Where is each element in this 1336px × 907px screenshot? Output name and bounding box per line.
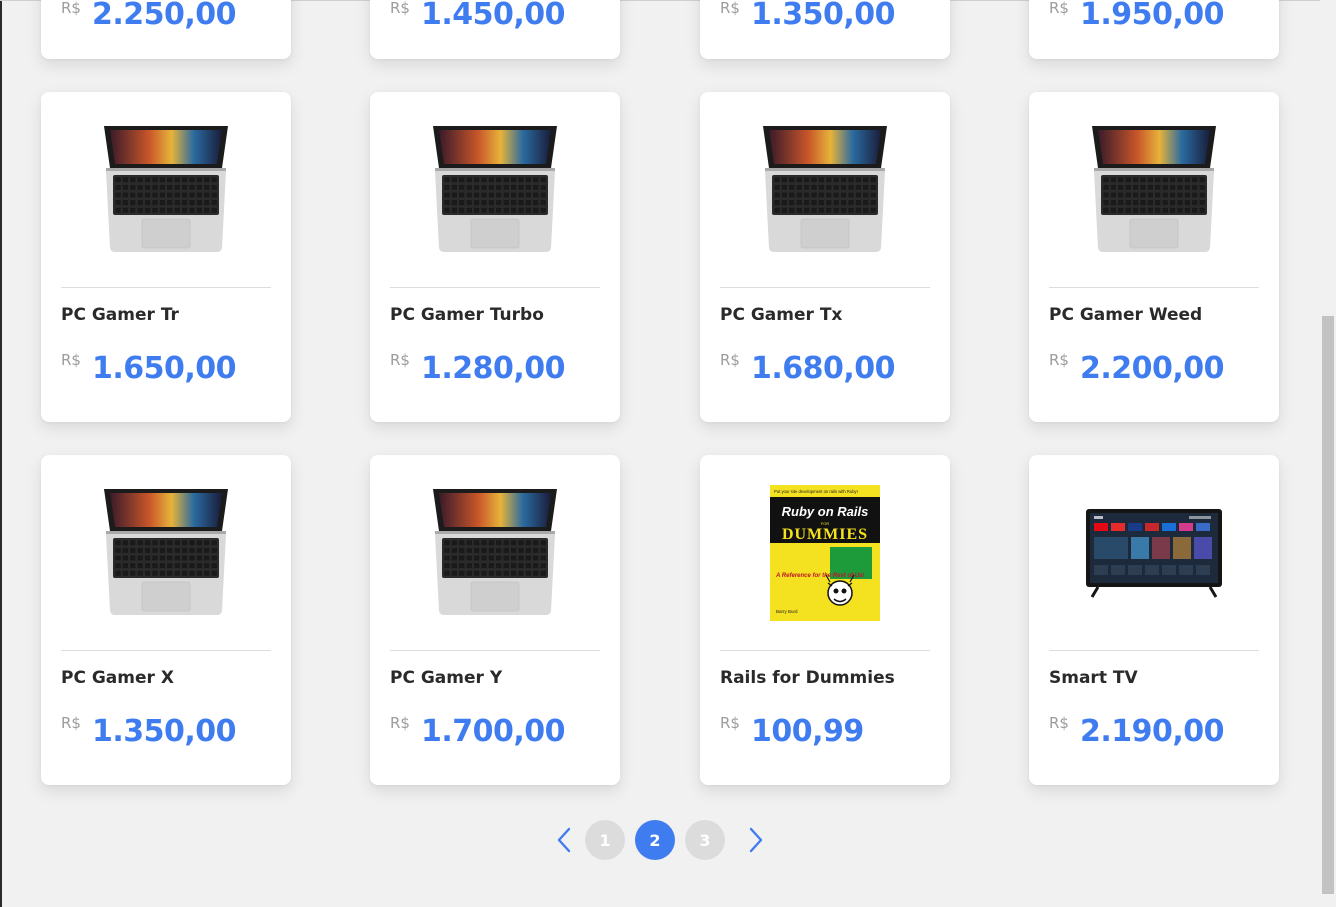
- chevron-right-icon: [749, 827, 763, 853]
- product-price: 2.250,00: [92, 0, 237, 32]
- product-card[interactable]: R$ 1.350,00: [700, 0, 950, 59]
- page-2-button[interactable]: 2: [635, 820, 675, 860]
- currency-label: R$: [1049, 351, 1069, 369]
- product-card[interactable]: PC Gamer Tx R$ 1.680,00: [700, 92, 950, 422]
- currency-label: R$: [720, 714, 740, 732]
- product-card[interactable]: PC Gamer Turbo R$ 1.280,00: [370, 92, 620, 422]
- book-cover-image: Put your site development on rails with …: [770, 484, 880, 621]
- currency-label: R$: [61, 714, 81, 732]
- product-image: [700, 92, 950, 287]
- laptop-image: [104, 125, 228, 252]
- laptop-image: [1092, 125, 1216, 252]
- product-card[interactable]: Smart TV R$ 2.190,00: [1029, 455, 1279, 785]
- svg-text:Ruby on Rails: Ruby on Rails: [782, 504, 869, 519]
- currency-label: R$: [61, 0, 81, 17]
- currency-label: R$: [720, 0, 740, 17]
- tv-image: [1086, 508, 1222, 598]
- card-divider: [1049, 287, 1259, 288]
- product-image: [41, 455, 291, 650]
- product-price: 1.680,00: [751, 351, 896, 386]
- page-1-button[interactable]: 1: [585, 820, 625, 860]
- previous-page-button[interactable]: [551, 824, 577, 856]
- product-image: [370, 92, 620, 287]
- laptop-image: [763, 125, 887, 252]
- product-name: PC Gamer Weed: [1049, 305, 1203, 325]
- product-price: 2.200,00: [1080, 351, 1225, 386]
- product-card[interactable]: R$ 2.250,00: [41, 0, 291, 59]
- page-3-button[interactable]: 3: [685, 820, 725, 860]
- currency-label: R$: [1049, 714, 1069, 732]
- product-name: PC Gamer Turbo: [390, 305, 544, 325]
- svg-text:DUMMIES: DUMMIES: [782, 526, 868, 543]
- product-price: 100,99: [751, 714, 864, 749]
- card-divider: [720, 650, 930, 651]
- product-name: PC Gamer X: [61, 668, 174, 688]
- card-divider: [61, 650, 271, 651]
- product-price: 1.280,00: [421, 351, 566, 386]
- product-name: Smart TV: [1049, 668, 1138, 688]
- page-viewport: R$ 2.250,00 R$ 1.450,00 R$ 1.350,00 R$ 1…: [0, 0, 1336, 907]
- product-name: PC Gamer Y: [390, 668, 503, 688]
- product-name: PC Gamer Tx: [720, 305, 843, 325]
- product-card[interactable]: PC Gamer Tr R$ 1.650,00: [41, 92, 291, 422]
- window-edge: [0, 0, 2, 907]
- product-card[interactable]: R$ 1.450,00: [370, 0, 620, 59]
- product-card[interactable]: PC Gamer Weed R$ 2.200,00: [1029, 92, 1279, 422]
- scrollbar-thumb[interactable]: [1322, 316, 1334, 894]
- product-card[interactable]: PC Gamer Y R$ 1.700,00: [370, 455, 620, 785]
- currency-label: R$: [390, 351, 410, 369]
- laptop-image: [433, 125, 557, 252]
- product-price: 1.350,00: [751, 0, 896, 32]
- laptop-image: [433, 488, 557, 615]
- product-card[interactable]: Put your site development on rails with …: [700, 455, 950, 785]
- product-price: 1.650,00: [92, 351, 237, 386]
- product-price: 1.350,00: [92, 714, 237, 749]
- currency-label: R$: [61, 351, 81, 369]
- svg-text:Barry Burd: Barry Burd: [776, 609, 798, 614]
- card-divider: [390, 650, 600, 651]
- product-card[interactable]: R$ 1.950,00: [1029, 0, 1279, 59]
- laptop-image: [104, 488, 228, 615]
- product-image: [1029, 92, 1279, 287]
- currency-label: R$: [390, 714, 410, 732]
- card-divider: [720, 287, 930, 288]
- product-image: Put your site development on rails with …: [700, 455, 950, 650]
- svg-text:A Reference for the Rest of Us: A Reference for the Rest of Us!: [775, 573, 864, 579]
- product-price: 1.450,00: [421, 0, 566, 32]
- product-name: Rails for Dummies: [720, 668, 895, 688]
- currency-label: R$: [390, 0, 410, 17]
- product-price: 1.700,00: [421, 714, 566, 749]
- next-page-button[interactable]: [743, 824, 769, 856]
- card-divider: [1049, 650, 1259, 651]
- currency-label: R$: [720, 351, 740, 369]
- product-card[interactable]: PC Gamer X R$ 1.350,00: [41, 455, 291, 785]
- product-price: 2.190,00: [1080, 714, 1225, 749]
- currency-label: R$: [1049, 0, 1069, 17]
- card-divider: [390, 287, 600, 288]
- product-image: [1029, 455, 1279, 650]
- pagination: 1 2 3: [545, 820, 775, 860]
- product-image: [41, 92, 291, 287]
- card-divider: [61, 287, 271, 288]
- product-image: [370, 455, 620, 650]
- product-price: 1.950,00: [1080, 0, 1225, 32]
- product-name: PC Gamer Tr: [61, 305, 179, 325]
- svg-text:Put your site development on r: Put your site development on rails with …: [774, 489, 858, 494]
- chevron-left-icon: [557, 827, 571, 853]
